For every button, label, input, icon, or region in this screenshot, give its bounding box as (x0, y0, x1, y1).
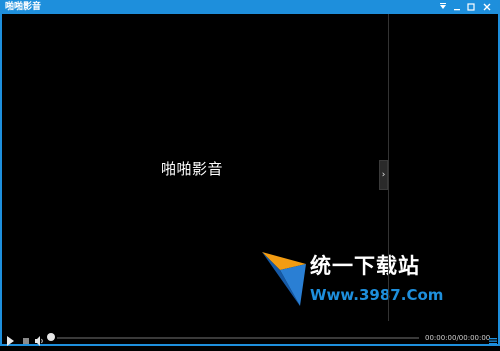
progress-handle[interactable] (47, 333, 55, 341)
stop-icon[interactable] (22, 332, 30, 344)
volume-icon[interactable] (34, 332, 44, 346)
playlist-toggle-button[interactable]: › (379, 160, 388, 190)
watermark-url: Www.3987.Com (310, 286, 444, 304)
minimize-icon[interactable] (451, 1, 463, 13)
progress-bar[interactable] (57, 337, 419, 339)
title-bar[interactable]: 啪啪影音 (0, 0, 500, 14)
playlist-menu-icon[interactable] (488, 332, 498, 345)
chevron-right-icon: › (381, 170, 386, 180)
panel-splitter[interactable] (388, 14, 389, 321)
time-display: 00:00:00/00:00:00 (425, 334, 491, 342)
play-icon[interactable] (5, 332, 15, 346)
close-icon[interactable] (481, 1, 493, 13)
pin-icon[interactable] (437, 1, 449, 13)
control-bar: 00:00:00/00:00:00 (2, 332, 498, 346)
center-title: 啪啪影音 (160, 160, 223, 178)
maximize-icon[interactable] (465, 1, 477, 13)
watermark: 统一下载站 Www.3987.Com (260, 250, 450, 318)
watermark-text: 统一下载站 (310, 254, 420, 278)
watermark-logo-icon (262, 252, 306, 306)
video-area[interactable]: 啪啪影音 统一下载站 Www.3987.Com › (2, 14, 443, 321)
player-window: 啪啪影音 啪啪影音 统一下载站 Www.3987.Com › 00:00:00/… (0, 0, 500, 346)
window-title: 啪啪影音 (5, 2, 42, 12)
player-content: 啪啪影音 统一下载站 Www.3987.Com › 00:00:00/00:00… (2, 14, 498, 346)
